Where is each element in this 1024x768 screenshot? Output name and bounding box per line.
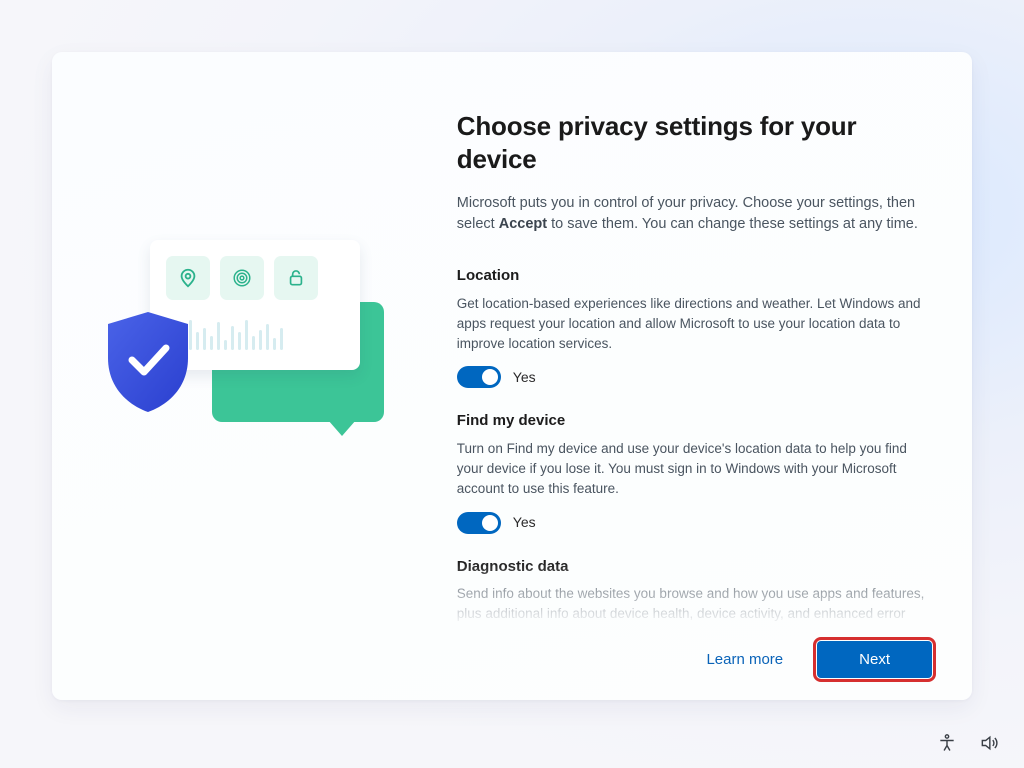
- setting-title: Find my device: [457, 410, 930, 433]
- content-row: Choose privacy settings for your device …: [52, 52, 972, 627]
- setting-desc: Turn on Find my device and use your devi…: [457, 439, 930, 500]
- setting-title: Location: [457, 265, 930, 288]
- volume-icon[interactable]: [978, 732, 1000, 754]
- setting-desc: Get location-based experiences like dire…: [457, 294, 930, 355]
- setting-desc: Send info about the websites you browse …: [457, 584, 930, 627]
- accessibility-icon[interactable]: [936, 732, 958, 754]
- page-title: Choose privacy settings for your device: [457, 110, 930, 175]
- shield-check-icon: [100, 308, 196, 416]
- footer-bar: Learn more Next: [52, 627, 972, 700]
- setting-title: Diagnostic data: [457, 556, 930, 579]
- settings-pane: Choose privacy settings for your device …: [457, 52, 972, 627]
- privacy-illustration: [104, 230, 404, 450]
- find-my-device-toggle[interactable]: [457, 512, 501, 534]
- find-my-device-toggle-label: Yes: [513, 512, 536, 533]
- setting-location: Location Get location-based experiences …: [457, 265, 930, 388]
- learn-more-button[interactable]: Learn more: [690, 641, 799, 678]
- settings-list[interactable]: Location Get location-based experiences …: [457, 265, 930, 627]
- oobe-card: Choose privacy settings for your device …: [52, 52, 972, 700]
- fingerprint-icon: [220, 256, 264, 300]
- next-button[interactable]: Next: [817, 641, 932, 678]
- lock-icon: [274, 256, 318, 300]
- page-intro: Microsoft puts you in control of your pr…: [457, 193, 930, 235]
- illustration-pane: [52, 52, 457, 627]
- pin-icon: [166, 256, 210, 300]
- location-toggle[interactable]: [457, 366, 501, 388]
- setting-find-my-device: Find my device Turn on Find my device an…: [457, 410, 930, 533]
- setting-diagnostic-data: Diagnostic data Send info about the webs…: [457, 556, 930, 627]
- system-tray: [936, 732, 1000, 754]
- intro-bold: Accept: [499, 216, 547, 232]
- intro-text-post: to save them. You can change these setti…: [547, 216, 918, 232]
- location-toggle-label: Yes: [513, 367, 536, 388]
